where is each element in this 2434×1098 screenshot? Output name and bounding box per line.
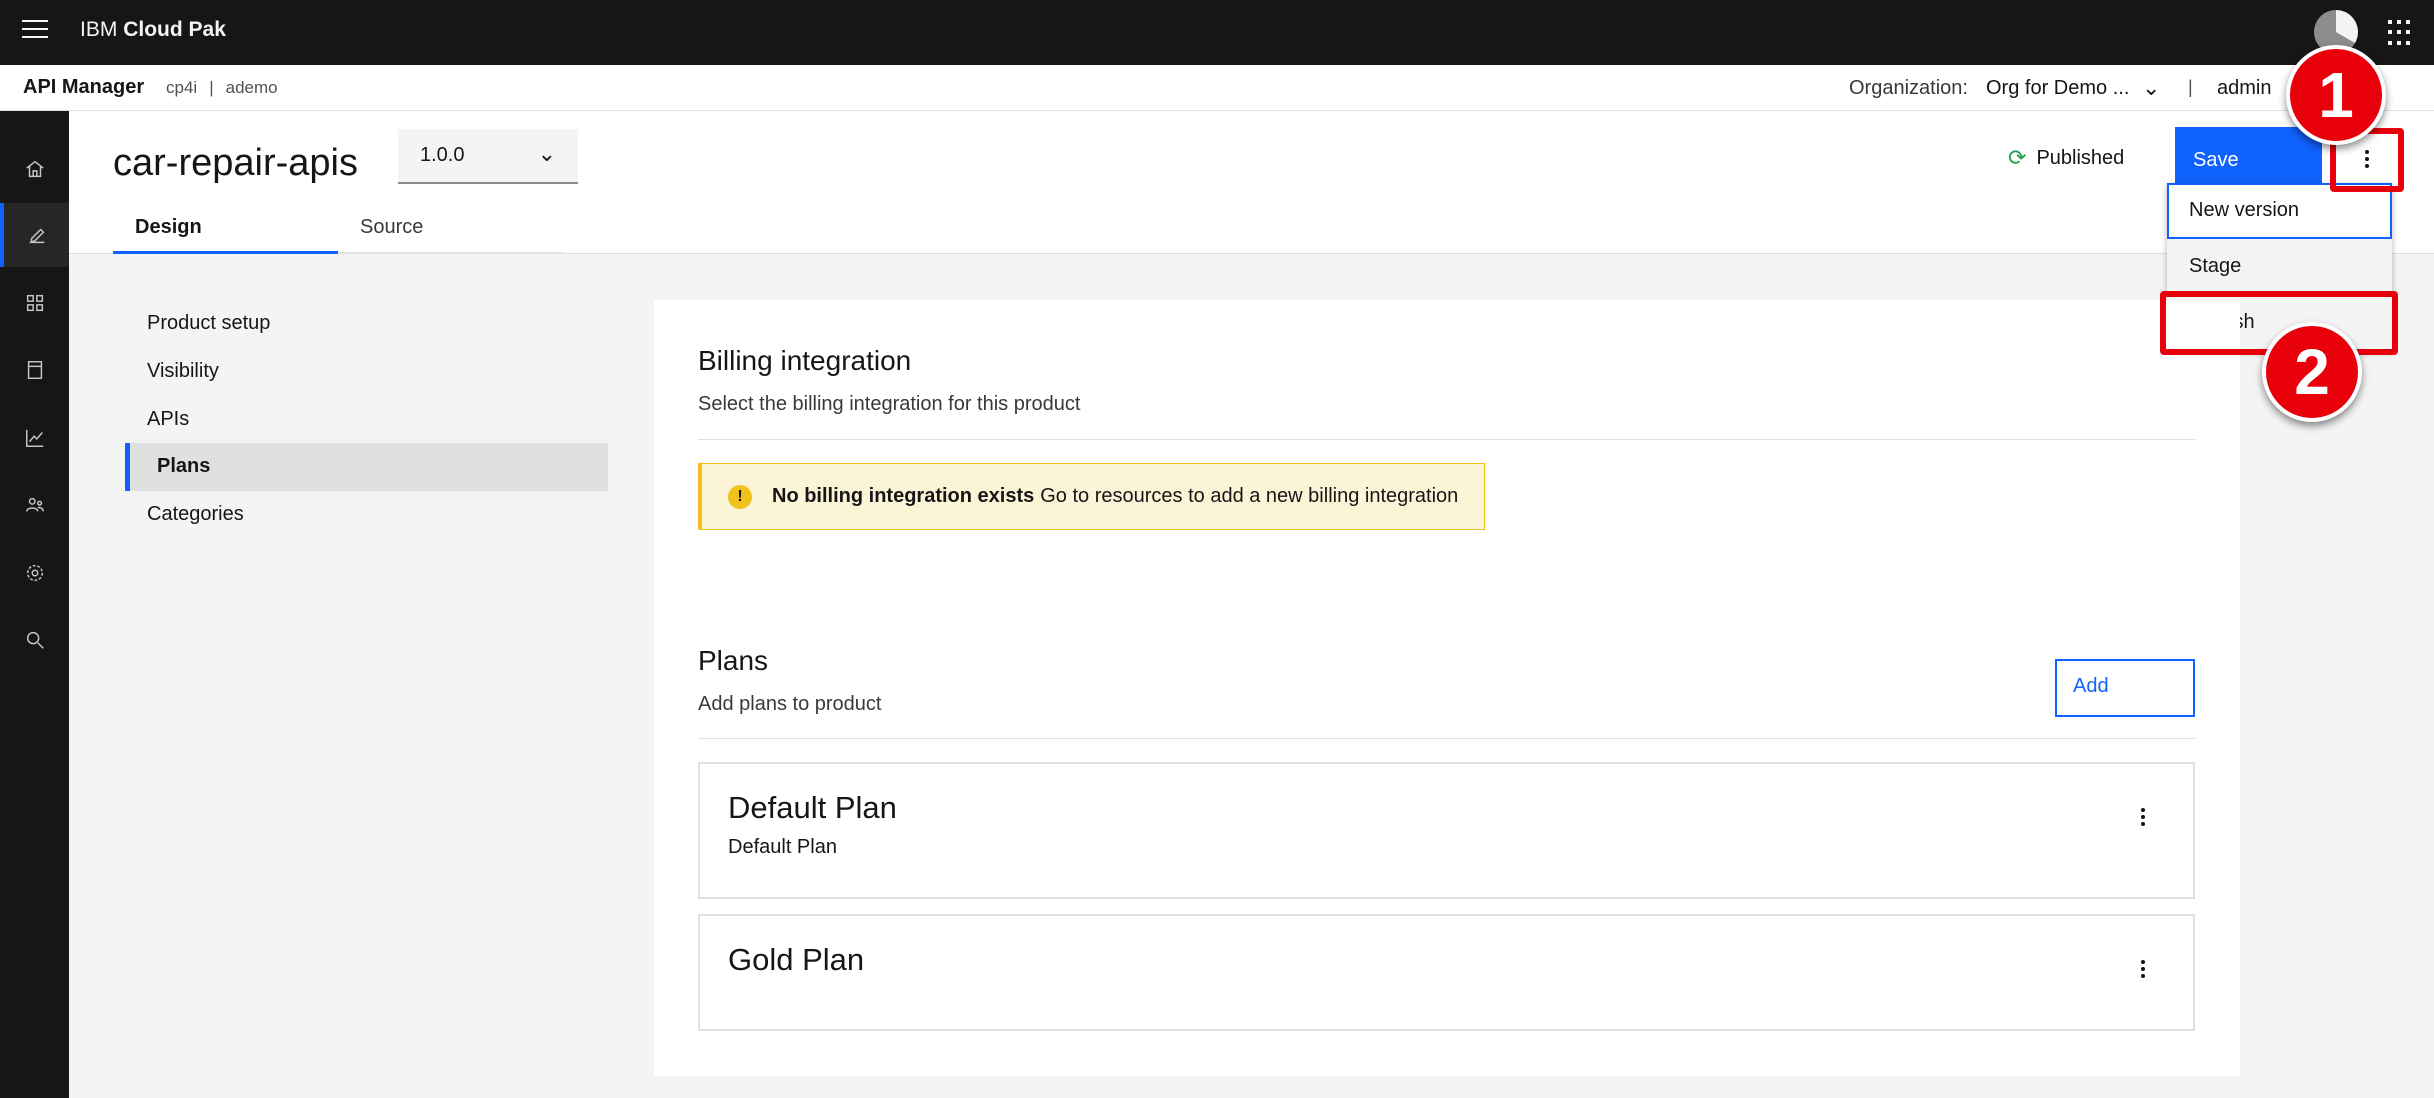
divider (698, 439, 2195, 440)
org-selector[interactable]: Org for Demo ... (1986, 77, 2129, 100)
plan-overflow-icon[interactable] (2141, 808, 2145, 826)
settings-icon[interactable] (0, 541, 69, 605)
breadcrumb: cp4i | ademo (166, 78, 278, 98)
develop-icon[interactable] (0, 203, 69, 267)
nav-item-categories[interactable]: Categories (125, 491, 608, 539)
brand: IBM Cloud Pak (80, 18, 226, 42)
members-icon[interactable] (0, 473, 69, 537)
left-rail (0, 111, 69, 1098)
user-menu[interactable]: admin (2217, 77, 2271, 100)
plan-tile[interactable]: Default Plan Default Plan (698, 762, 2195, 899)
divider: | (2188, 77, 2193, 97)
home-icon[interactable] (0, 137, 69, 201)
sub-header: API Manager cp4i | ademo Organization: Org… (0, 65, 2434, 111)
nav-item-visibility[interactable]: Visibility (125, 348, 608, 396)
version-select[interactable]: 1.0.0 ⌄ (398, 129, 578, 184)
warning-title: No billing integration exists (772, 485, 1035, 507)
nav-item-apis[interactable]: APIs (125, 396, 608, 444)
breadcrumb-item[interactable]: cp4i (166, 78, 197, 97)
app-name: API Manager (23, 76, 145, 98)
plans-title: Plans (698, 645, 769, 676)
plan-overflow-icon[interactable] (2141, 960, 2145, 978)
breadcrumb-separator: | (209, 78, 214, 97)
billing-title: Billing integration (698, 345, 912, 376)
org-label: Organization: (1849, 77, 1968, 99)
plan-name: Default Plan (728, 790, 897, 825)
warning-icon: ! (728, 484, 752, 509)
callout-badge-2: 2 (2262, 322, 2362, 422)
tab-source[interactable]: Source (338, 212, 563, 254)
chevron-down-icon: ⌄ (537, 141, 556, 166)
chevron-down-icon[interactable]: ⌄ (2142, 75, 2160, 101)
save-button[interactable]: Save (2175, 127, 2322, 191)
manage-icon[interactable] (0, 271, 69, 335)
warning-text: Go to resources to add a new billing int… (1040, 485, 1459, 507)
plans-subtitle: Add plans to product (698, 693, 882, 715)
page-title: car-repair-apis (113, 142, 358, 184)
search-icon[interactable] (0, 608, 69, 672)
app-switcher-icon[interactable] (2388, 20, 2414, 46)
add-plan-button[interactable]: Add (2055, 659, 2195, 717)
breadcrumb-item[interactable]: ademo (226, 78, 278, 97)
status-text: Published (2036, 146, 2125, 169)
plan-name: Gold Plan (728, 942, 865, 977)
publish-status: ⟳ Published (2008, 145, 2124, 171)
menu-item-stage[interactable]: Stage (2167, 239, 2392, 295)
plan-tile[interactable]: Gold Plan (698, 914, 2195, 1031)
billing-subtitle: Select the billing integration for this … (698, 393, 1081, 415)
billing-warning: ! No billing integration exists Go to re… (698, 463, 1485, 530)
sync-icon: ⟳ (2008, 145, 2027, 170)
nav-item-plans[interactable]: Plans (125, 443, 608, 491)
analytics-icon[interactable] (0, 406, 69, 470)
version-value: 1.0.0 (420, 144, 465, 166)
callout-badge-1: 1 (2286, 45, 2386, 145)
catalog-icon[interactable] (0, 338, 69, 402)
tab-design[interactable]: Design (113, 212, 338, 254)
nav-item-product-setup[interactable]: Product setup (125, 300, 608, 348)
divider (698, 738, 2195, 739)
brand-name: Cloud Pak (123, 18, 226, 41)
brand-prefix: IBM (80, 18, 118, 41)
plan-description: Default Plan (728, 836, 837, 858)
hamburger-icon[interactable] (22, 20, 48, 44)
top-bar: IBM Cloud Pak (0, 0, 2434, 65)
